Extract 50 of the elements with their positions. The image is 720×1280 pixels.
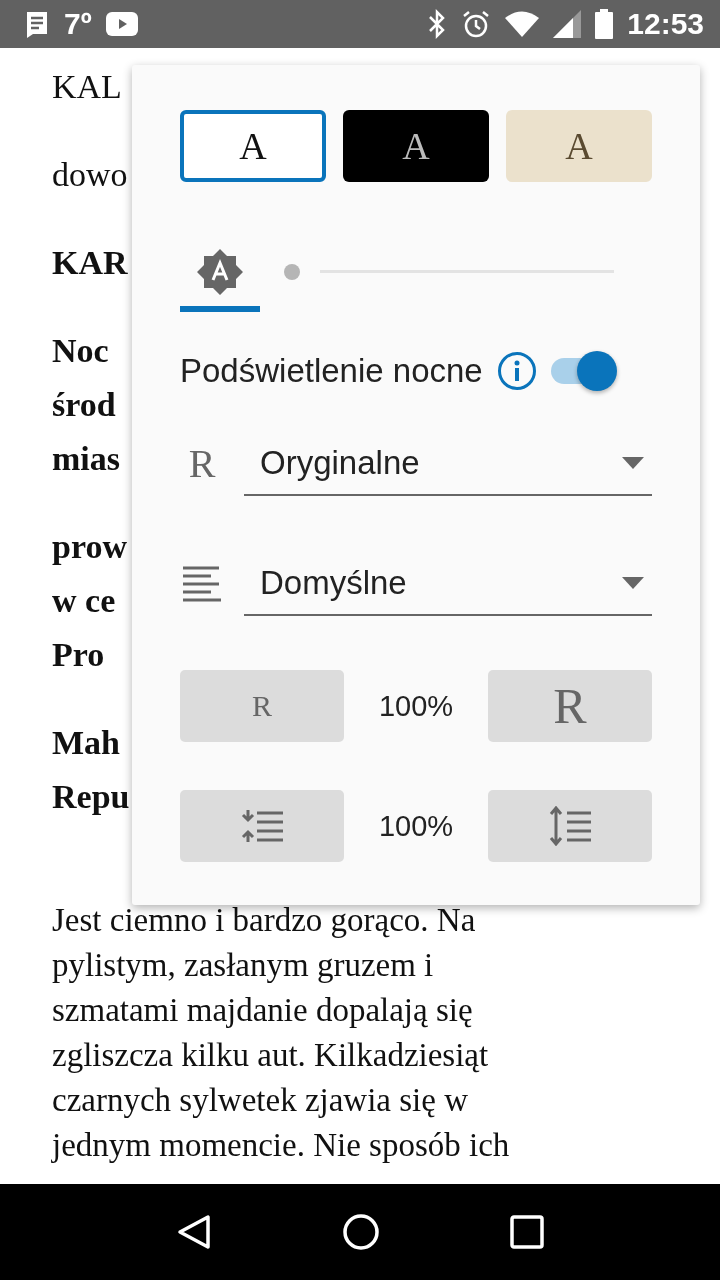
align-left-icon (183, 566, 221, 602)
article-text: pylistym, zasłanym gruzem i (52, 946, 434, 985)
article-text: Jest ciemno i bardzo gorąco. Na (52, 901, 476, 940)
article-text: dowo (52, 155, 128, 195)
wifi-icon (505, 11, 540, 37)
back-button[interactable] (175, 1214, 212, 1250)
spacing-increase-icon (549, 806, 591, 846)
article-text: w ce (52, 581, 116, 621)
theme-button[interactable]: A (343, 110, 489, 182)
font-icon: R (188, 444, 216, 484)
info-icon[interactable] (496, 351, 537, 391)
alignment-dropdown[interactable]: Domyślne (244, 552, 652, 616)
signal-icon (553, 10, 582, 38)
play-icon (105, 12, 138, 36)
recents-button[interactable] (510, 1215, 545, 1249)
increase-spacing-button[interactable] (488, 790, 652, 862)
article-text: Mah (52, 723, 120, 763)
article-text: KAL (52, 67, 122, 107)
article-text: mias (52, 439, 120, 479)
article-text: KAR (52, 243, 128, 283)
font-dropdown[interactable]: Oryginalne (244, 432, 652, 496)
slider-thumb[interactable] (284, 264, 300, 280)
increase-font-button[interactable]: R (488, 670, 652, 742)
article-text: jednym momencie. Nie sposób ich (52, 1126, 510, 1165)
auto-brightness-icon (197, 249, 243, 295)
article-text: środ (52, 385, 116, 425)
home-button[interactable] (343, 1214, 379, 1250)
decrease-font-button[interactable]: R (180, 670, 344, 742)
font-size-reading: 100% (378, 689, 454, 723)
night-light-label: Podświetlenie nocne (180, 352, 483, 390)
line-spacing-reading: 100% (378, 809, 454, 843)
notification-icon (24, 10, 50, 38)
battery-icon (595, 9, 614, 39)
decrease-spacing-button[interactable] (180, 790, 344, 862)
dropdown-caret-icon (622, 577, 644, 589)
article-text: czarnych sylwetek zjawia się w (52, 1081, 468, 1120)
night-light-toggle[interactable] (550, 351, 617, 391)
article-text: Pro (52, 635, 105, 675)
article-text: Repu (52, 777, 130, 817)
article-text: prow (52, 527, 127, 567)
spacing-decrease-icon (241, 810, 283, 842)
article-text: szmatami majdanie dopalają się (52, 991, 473, 1030)
clock: 12:53 (627, 7, 704, 41)
brightness-slider[interactable] (284, 262, 614, 282)
dropdown-caret-icon (622, 457, 644, 469)
theme-button[interactable]: A (180, 110, 326, 182)
theme-button[interactable]: A (506, 110, 652, 182)
temperature: 7º (64, 7, 92, 41)
article-text: zgliszcza kilku aut. Kilkadziesiąt (52, 1036, 489, 1075)
article-text: Noc (52, 331, 109, 371)
